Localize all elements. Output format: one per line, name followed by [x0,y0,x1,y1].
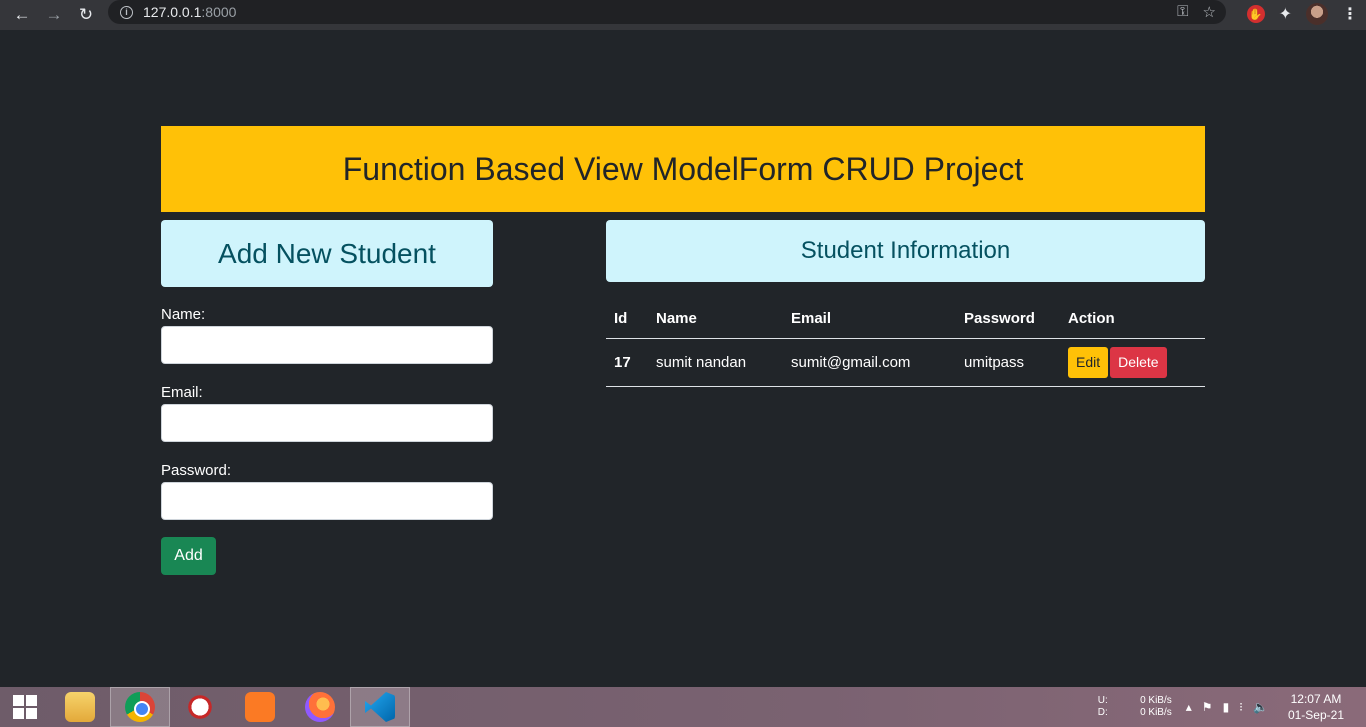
email-label: Email: [161,384,203,401]
cell-password: umitpass [956,338,1060,387]
flag-icon[interactable]: ⚑ [1202,700,1213,714]
email-input[interactable] [161,404,493,442]
system-tray: U: 0 KiB/s D: 0 KiB/s ▴ ⚑ ▮ ⁝ 🔈 12:07 AM 0… [1098,687,1366,727]
star-icon[interactable]: ☆ [1203,3,1216,21]
profile-avatar[interactable] [1306,3,1328,25]
xampp-icon [245,692,275,722]
taskbar-xampp[interactable] [230,687,290,727]
windows-taskbar: U: 0 KiB/s D: 0 KiB/s ▴ ⚑ ▮ ⁝ 🔈 12:07 AM 0… [0,687,1366,727]
back-arrow-icon[interactable]: ← [6,3,38,27]
add-student-form: Name: Email: Password: [161,306,493,540]
battery-icon[interactable]: ▮ [1223,700,1230,714]
taskbar-vscode[interactable] [350,687,410,727]
chevron-up-icon[interactable]: ▴ [1186,700,1192,714]
student-table: Id Name Email Password Action 17 sumit n… [606,300,1205,387]
student-info-title: Student Information [800,237,1011,264]
cell-action: Edit Delete [1060,338,1205,387]
page-banner: Function Based View ModelForm CRUD Proje… [161,126,1205,212]
site-info-icon[interactable]: i [120,5,133,19]
upload-label: U: [1097,695,1108,706]
extensions-puzzle-icon[interactable]: ✦ [1279,4,1292,24]
snipping-tool-icon [185,692,215,722]
taskbar-chrome[interactable] [110,687,170,727]
chrome-icon [125,692,155,722]
browser-toolbar: ← → ↻ i 127.0.0.1:8000 ⚿ ☆ ✋ ✦ ⋮ [0,0,1366,30]
start-button[interactable] [0,687,50,727]
column-header-name: Name [648,300,783,339]
column-header-id: Id [606,300,648,339]
wifi-signal-icon[interactable]: ⁝ [1239,700,1243,714]
download-value: 0 KiB/s [1140,707,1172,718]
menu-dots-icon[interactable]: ⋮ [1342,4,1358,24]
cell-id: 17 [606,338,648,387]
column-header-action: Action [1060,300,1205,339]
upload-value: 0 KiB/s [1140,695,1172,706]
forward-arrow-icon[interactable]: → [38,3,70,27]
key-icon[interactable]: ⚿ [1177,3,1188,21]
table-row: 17 sumit nandan sumit@gmail.com umitpass… [606,338,1205,387]
volume-icon[interactable]: 🔈 [1253,700,1268,714]
add-button[interactable]: Add [161,537,216,575]
delete-button[interactable]: Delete [1110,346,1167,378]
add-student-header: Add New Student [161,220,493,287]
reload-icon[interactable]: ↻ [70,3,102,27]
windows-logo-icon [13,695,37,719]
column-header-password: Password [956,300,1060,339]
student-info-header: Student Information [606,220,1205,282]
add-student-title: Add New Student [218,237,436,269]
password-input[interactable] [161,482,493,520]
edit-button[interactable]: Edit [1068,346,1109,378]
folder-icon [65,692,95,722]
cell-name: sumit nandan [648,338,783,387]
taskbar-file-explorer[interactable] [50,687,110,727]
password-label: Password: [161,462,232,479]
page-title: Function Based View ModelForm CRUD Proje… [342,150,1024,187]
url-host: 127.0.0.1 [143,4,202,20]
download-label: D: [1097,707,1108,718]
firefox-icon [305,692,335,722]
network-speed-meter: U: 0 KiB/s D: 0 KiB/s [1098,695,1172,719]
cell-email: sumit@gmail.com [783,338,956,387]
extension-hand-icon[interactable]: ✋ [1246,5,1265,23]
clock-date: 01-Sep-21 [1287,708,1344,722]
name-label: Name: [161,306,206,323]
clock-time: 12:07 AM [1290,692,1342,706]
address-bar[interactable]: i 127.0.0.1:8000 ⚿ ☆ [108,0,1226,24]
taskbar-snipping-tool[interactable] [170,687,230,727]
column-header-email: Email [783,300,956,339]
name-input[interactable] [161,326,493,364]
url-port: :8000 [201,4,237,20]
table-header-row: Id Name Email Password Action [606,300,1205,339]
taskbar-firefox[interactable] [290,687,350,727]
url-text: 127.0.0.1:8000 [143,4,236,20]
clock[interactable]: 12:07 AM 01-Sep-21 [1288,691,1344,723]
vscode-icon [365,692,395,722]
